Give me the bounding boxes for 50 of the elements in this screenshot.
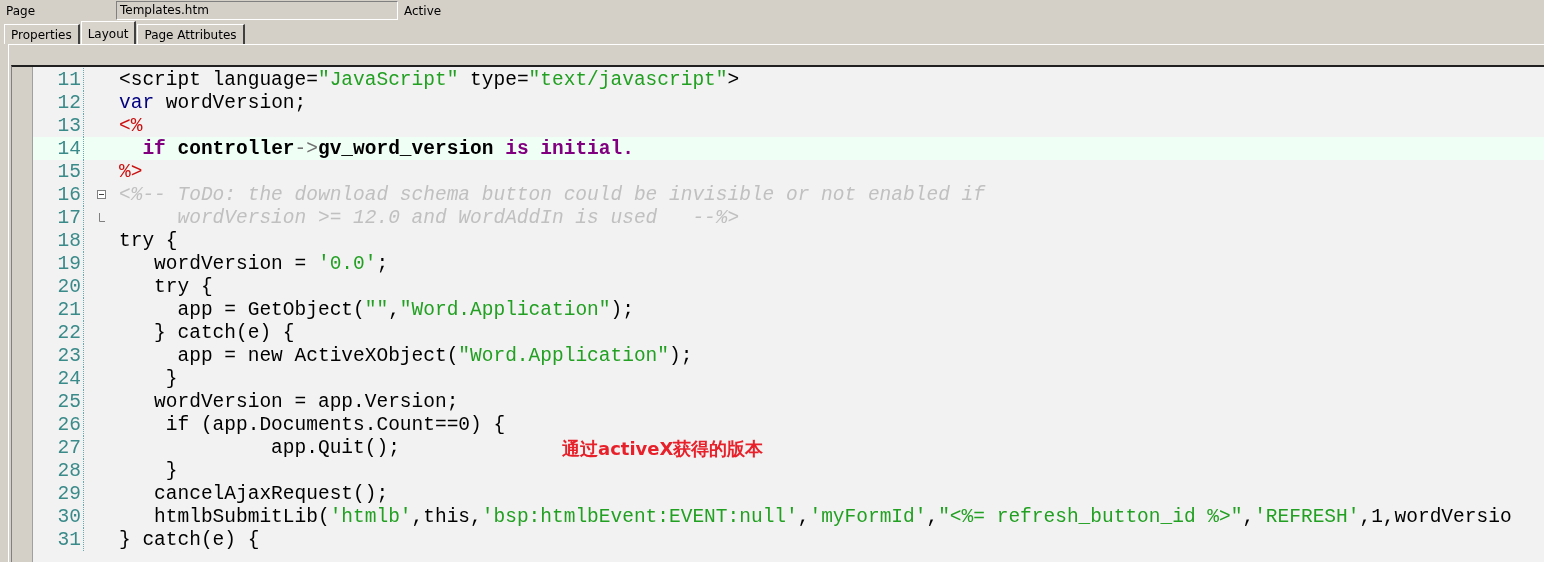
- page-name-field[interactable]: Templates.htm: [116, 1, 398, 20]
- code-line: htmlbSubmitLib('htmlb',this,'bsp:htmlbEvent:EVENT:null','myFormId',"<%= refresh_button_id %>",'REFRESH',1,wordVersio: [153, 505, 1512, 528]
- code-line: }: [164, 367, 178, 390]
- line-number: 20: [56, 275, 82, 298]
- code-line: }: [164, 459, 178, 482]
- code-line: wordVersion = app.Version;: [153, 390, 459, 413]
- tab[interactable]: Page Attributes: [137, 24, 245, 44]
- code-line: if controller->gv_word_version is initial.: [141, 137, 634, 160]
- code-line: try {: [119, 229, 178, 252]
- line-number: 13: [56, 114, 82, 137]
- code-line: %>: [119, 160, 143, 183]
- code-line: app = GetObject("","Word.Application");: [176, 298, 634, 321]
- tab[interactable]: Layout: [80, 21, 137, 44]
- line-number: 27: [56, 436, 82, 459]
- status-text: Active: [404, 3, 442, 18]
- annotation-text: 通过activeX获得的版本: [562, 437, 764, 461]
- code-line: app.Quit();: [270, 436, 400, 459]
- line-number: 15: [56, 160, 82, 183]
- code-line: if (app.Documents.Count==0) {: [164, 413, 506, 436]
- line-number: 23: [56, 344, 82, 367]
- line-number: 12: [56, 91, 82, 114]
- line-number: 21: [56, 298, 82, 321]
- line-number: 28: [56, 459, 82, 482]
- line-number: 16: [56, 183, 82, 206]
- collapse-icon[interactable]: [97, 190, 106, 199]
- page-label: Page: [5, 3, 37, 18]
- line-number: 24: [56, 367, 82, 390]
- line-number: 17: [56, 206, 82, 229]
- code-line: app = new ActiveXObject("Word.Application");: [176, 344, 693, 367]
- code-line: } catch(e) {: [153, 321, 295, 344]
- code-line: try {: [153, 275, 213, 298]
- fold-end-icon: [98, 213, 105, 222]
- code-line: <%: [119, 114, 143, 137]
- code-line: <script language="JavaScript" type="text/javascript">: [119, 68, 740, 91]
- line-number: 31: [56, 528, 82, 551]
- tab[interactable]: Properties: [4, 24, 80, 44]
- line-number: 30: [56, 505, 82, 528]
- line-number: 18: [56, 229, 82, 252]
- line-number: 14: [56, 137, 82, 160]
- line-number: 26: [56, 413, 82, 436]
- code-line: var wordVersion;: [119, 91, 307, 114]
- line-number: 29: [56, 482, 82, 505]
- code-line: wordVersion = '0.0';: [153, 252, 389, 275]
- code-editor[interactable]: [11, 65, 1544, 562]
- code-line: cancelAjaxRequest();: [153, 482, 389, 505]
- code-line: } catch(e) {: [119, 528, 260, 551]
- line-number: 25: [56, 390, 82, 413]
- line-number: 19: [56, 252, 82, 275]
- line-number: 11: [56, 68, 82, 91]
- line-number: 22: [56, 321, 82, 344]
